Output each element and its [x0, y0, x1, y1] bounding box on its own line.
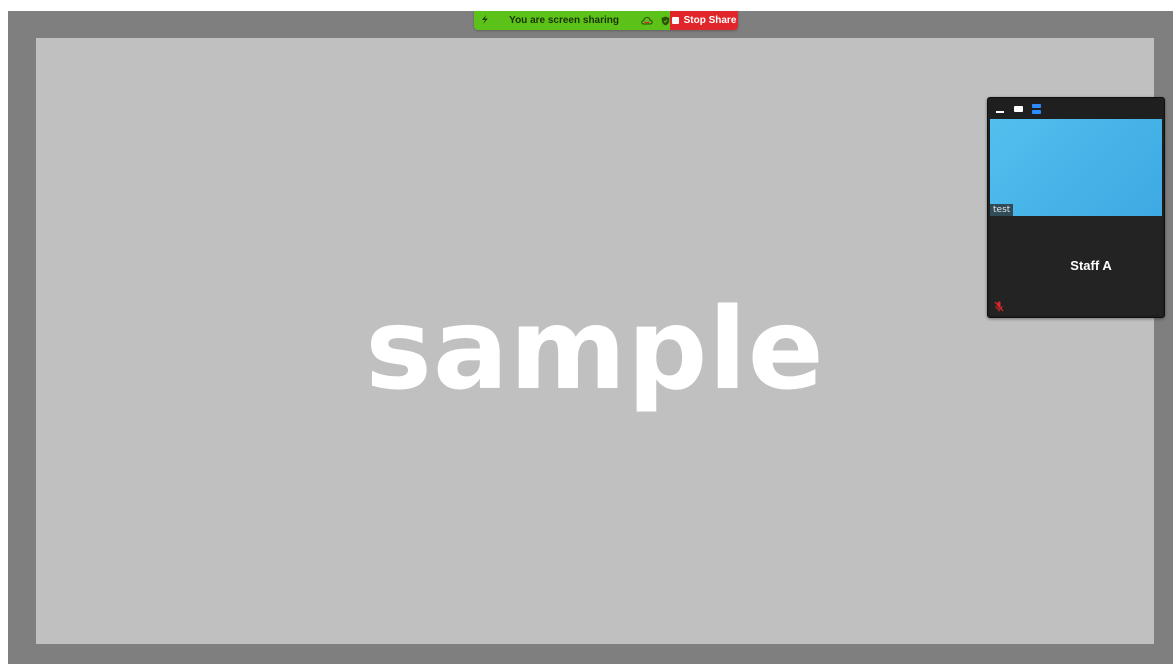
video-tile[interactable]: test: [990, 119, 1162, 216]
participant-tile[interactable]: Staff A: [990, 216, 1162, 315]
minimize-icon[interactable]: [995, 103, 1005, 115]
video-tile-label: test: [990, 204, 1014, 216]
shield-icon[interactable]: [661, 16, 670, 26]
share-status-area[interactable]: You are screen sharing: [474, 11, 670, 30]
floating-video-panel[interactable]: test Staff A: [987, 97, 1165, 318]
participant-name: Staff A: [1070, 258, 1112, 273]
video-panel-header[interactable]: [988, 98, 1164, 119]
sharing-status-text: You are screen sharing: [509, 15, 619, 26]
stop-square-icon: [671, 17, 679, 24]
stacked-view-icon[interactable]: [1031, 103, 1041, 115]
screen-share-toolbar[interactable]: You are screen sharing Stop Share: [474, 11, 738, 30]
cloud-icon[interactable]: [641, 16, 653, 25]
stop-share-label: Stop Share: [683, 15, 737, 26]
mic-muted-icon: [994, 299, 1004, 312]
bolt-icon: [474, 14, 495, 27]
single-view-icon[interactable]: [1013, 103, 1023, 115]
stop-share-button[interactable]: Stop Share: [670, 11, 738, 30]
